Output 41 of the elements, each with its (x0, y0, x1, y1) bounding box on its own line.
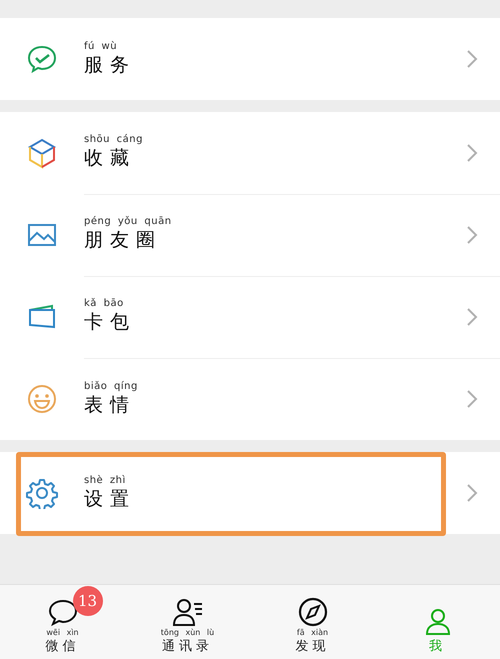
smiley-icon (26, 383, 58, 415)
pinyin-text: fā xiàn (296, 628, 328, 637)
menu-label: 收藏 (84, 146, 137, 171)
pinyin-text: péng yǒu quān (84, 216, 173, 227)
menu-label: 卡包 (84, 310, 137, 335)
pinyin-text: shè zhì (84, 474, 127, 486)
tab[interactable]: fā xiàn 发现 (250, 585, 375, 659)
pinyin-text: kǎ bāo (84, 298, 125, 309)
tab-label: 发现 (296, 638, 330, 655)
cube-icon (26, 137, 58, 169)
menu-label: 服务 (84, 52, 137, 78)
chat-check-icon (26, 43, 58, 75)
menu-item[interactable]: shè zhì 设置 (0, 452, 500, 534)
pinyin-text: wēi xìn (46, 628, 79, 637)
chevron-right-icon (466, 483, 478, 503)
contacts-icon (172, 596, 204, 628)
pinyin-text: shōu cáng (84, 134, 144, 145)
chevron-right-icon (466, 389, 478, 409)
menu-item[interactable]: péng yǒu quān 朋友圈 (0, 194, 500, 276)
tab-label: 通讯录 (162, 638, 213, 655)
pinyin-text: fú wù (84, 40, 118, 52)
menu-item[interactable]: fú wù 服务 (0, 18, 500, 100)
compass-icon (296, 596, 328, 628)
menu-label: 表情 (84, 392, 137, 418)
unread-badge: 13 (72, 586, 102, 616)
chevron-right-icon (466, 142, 478, 162)
menu-label: 朋友圈 (84, 228, 163, 253)
menu-label: 设置 (84, 486, 137, 512)
tab-label: 微信 (46, 638, 80, 655)
chevron-right-icon (466, 49, 478, 69)
gear-icon (26, 477, 58, 509)
tab[interactable]: 13 wēi xìn 微信 (0, 585, 125, 659)
menu-item[interactable]: kǎ bāo 卡包 (0, 276, 500, 358)
menu-item[interactable]: shōu cáng 收藏 (0, 112, 500, 194)
tab[interactable]: tōng xùn lù 通讯录 (125, 585, 250, 659)
menu-item[interactable]: biǎo qíng 表情 (0, 358, 500, 440)
chevron-right-icon (466, 306, 478, 326)
pinyin-text: tōng xùn lù (160, 628, 214, 637)
pinyin-text: biǎo qíng (84, 380, 139, 392)
tab-label: 我 (429, 638, 446, 655)
chevron-right-icon (466, 224, 478, 244)
